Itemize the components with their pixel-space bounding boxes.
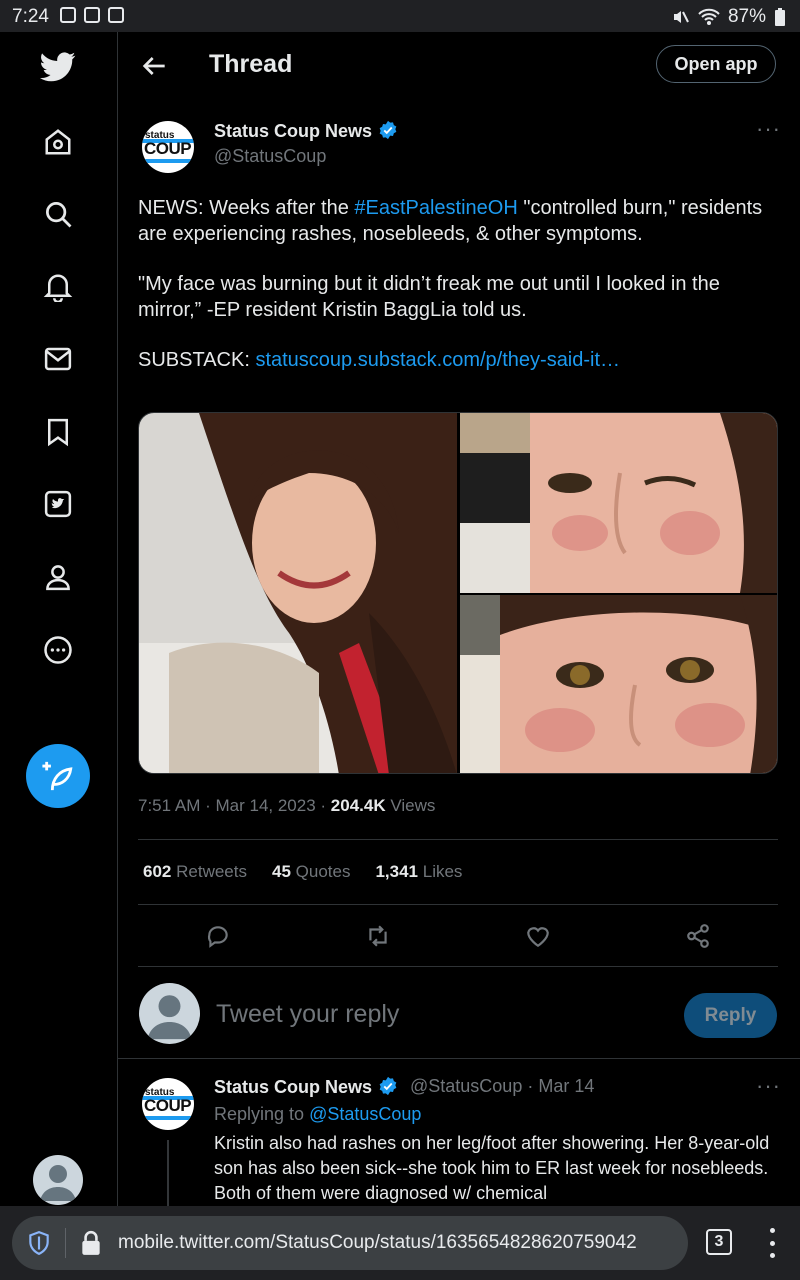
messages-icon[interactable]: [34, 335, 82, 383]
substack-link[interactable]: statuscoup.substack.com/p/they-said-it…: [255, 349, 620, 371]
tweet-media[interactable]: [138, 412, 778, 774]
user-avatar: [139, 983, 200, 1044]
browser-toolbar: mobile.twitter.com/StatusCoup/status/163…: [0, 1206, 800, 1280]
tweet-date[interactable]: Mar 14, 2023: [215, 796, 315, 815]
notifications-icon[interactable]: [34, 263, 82, 311]
notification-icon: [84, 7, 100, 23]
photo-selfie[interactable]: [139, 413, 457, 773]
more-options-icon[interactable]: ···: [756, 116, 781, 142]
verified-badge-icon: [379, 120, 397, 140]
photo-rash-eyes-2[interactable]: [460, 595, 777, 773]
share-action-button[interactable]: [680, 918, 716, 954]
replying-to: Replying to @StatusCoup: [214, 1104, 422, 1124]
reply-button[interactable]: Reply: [684, 993, 777, 1038]
tweet-meta: 7:51 AM · Mar 14, 2023 · 204.4K Views: [138, 796, 436, 815]
tweet-actions: [138, 918, 778, 954]
author-avatar[interactable]: status COUP: [142, 121, 194, 173]
back-arrow-icon: [142, 57, 165, 75]
status-time: 7:24: [12, 6, 49, 27]
home-icon[interactable]: [34, 118, 82, 166]
compose-tweet-button[interactable]: [26, 744, 90, 808]
reply-action-button[interactable]: [200, 918, 236, 954]
photo-rash-eyes-1[interactable]: [460, 413, 777, 593]
author-name[interactable]: Status Coup News: [214, 120, 398, 142]
retweet-icon: [369, 925, 387, 947]
account-avatar[interactable]: [33, 1155, 83, 1205]
battery-icon: [775, 8, 785, 26]
divider: [138, 966, 778, 967]
thread-line: [167, 1140, 169, 1206]
tweet-time[interactable]: 7:51 AM: [138, 796, 200, 815]
likes-stat[interactable]: 1,341 Likes: [375, 862, 462, 882]
views-count: 204.4K: [330, 796, 386, 815]
shield-icon[interactable]: [26, 1230, 52, 1256]
back-button[interactable]: [138, 50, 170, 82]
notification-icon: [60, 7, 76, 23]
tweet-stats: 602 Retweets 45 Quotes 1,341 Likes: [143, 862, 462, 882]
twitter-logo-icon[interactable]: [34, 43, 82, 91]
divider: [138, 839, 778, 840]
replying-to-handle[interactable]: @StatusCoup: [309, 1104, 421, 1124]
reply-author-avatar[interactable]: status COUP: [142, 1078, 194, 1130]
lock-icon: [82, 1230, 100, 1255]
divider: [138, 904, 778, 905]
battery-level: 87%: [727, 6, 766, 27]
hashtag-link[interactable]: #EastPalestineOH: [354, 197, 517, 219]
tweet-body: NEWS: Weeks after the #EastPalestineOH "…: [138, 197, 763, 371]
address-bar[interactable]: mobile.twitter.com/StatusCoup/status/163…: [12, 1216, 688, 1270]
retweet-action-button[interactable]: [360, 918, 396, 954]
share-icon: [687, 924, 709, 948]
reply-more-options-icon[interactable]: ···: [756, 1073, 781, 1099]
quotes-stat[interactable]: 45 Quotes: [272, 862, 350, 882]
views-label: Views: [390, 796, 436, 815]
status-bar: 7:24 87%: [0, 0, 800, 32]
heart-icon: [527, 927, 549, 948]
browser-menu-icon[interactable]: [766, 1228, 778, 1258]
reply-icon: [207, 926, 228, 948]
more-icon[interactable]: [34, 626, 82, 674]
wifi-icon: [698, 8, 720, 25]
twitter-blue-icon[interactable]: [34, 480, 82, 528]
bookmarks-icon[interactable]: [34, 408, 82, 456]
tab-switcher-button[interactable]: 3: [706, 1229, 732, 1255]
left-navigation: [0, 32, 118, 1206]
reply-input[interactable]: Tweet your reply: [216, 1000, 399, 1029]
like-action-button[interactable]: [520, 918, 556, 954]
notification-icon: [108, 7, 124, 23]
url-text[interactable]: mobile.twitter.com/StatusCoup/status/163…: [118, 1232, 637, 1254]
retweets-stat[interactable]: 602 Retweets: [143, 862, 247, 882]
mute-icon: [673, 11, 689, 23]
reply-body: Kristin also had rashes on her leg/foot …: [214, 1133, 770, 1203]
divider: [118, 1058, 800, 1059]
reply-meta: @StatusCoup · Mar 14: [410, 1076, 595, 1096]
compose-tweet-icon: [42, 761, 73, 791]
author-handle[interactable]: @StatusCoup: [214, 146, 326, 167]
open-app-button[interactable]: Open app: [656, 45, 776, 83]
search-icon[interactable]: [34, 190, 82, 238]
thread-header: Thread Open app: [118, 32, 800, 100]
profile-icon[interactable]: [34, 553, 82, 601]
page-title: Thread: [209, 50, 293, 78]
verified-badge-icon: [379, 1076, 397, 1096]
reply-author-name[interactable]: Status Coup News: [214, 1076, 398, 1098]
